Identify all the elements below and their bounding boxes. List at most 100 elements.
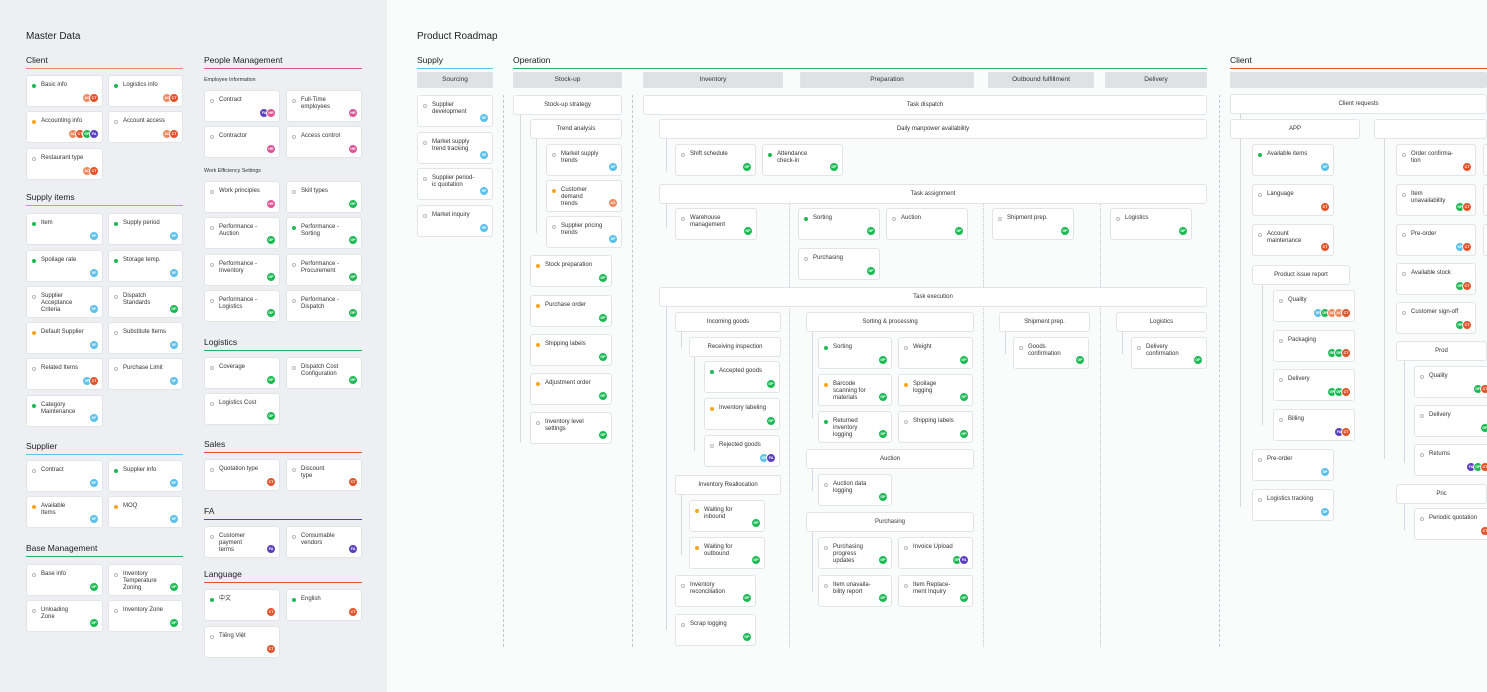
task-card[interactable]: Dispatch Standards GP — [108, 286, 183, 318]
task-card[interactable]: Market supply trends SP — [546, 144, 622, 176]
task-card[interactable]: Supplier pricing trends SP — [546, 216, 622, 248]
task-card[interactable]: Purchasing progress updates GP — [818, 537, 892, 569]
task-card[interactable]: Supplier Acceptance Criteria SP — [26, 286, 103, 318]
task-card[interactable]: Sorting GP — [818, 337, 892, 369]
epic-bar[interactable] — [1374, 119, 1487, 139]
task-card[interactable]: Item unavaila- bility report GP — [818, 575, 892, 607]
task-card[interactable]: Periodic quotation CT — [1414, 508, 1487, 540]
task-card[interactable]: Delivery CT GP GP — [1273, 369, 1355, 401]
task-card[interactable]: Quotation type CT — [204, 459, 280, 491]
task-card[interactable]: Unloading Zone GP — [26, 600, 103, 632]
task-card[interactable]: Dispatch Cost Configuration GP — [286, 357, 362, 389]
task-card[interactable]: Barcode scanning for materials GP — [818, 374, 892, 406]
task-card[interactable]: Logistics GP — [1110, 208, 1192, 240]
task-card[interactable]: Returns CT GP FA — [1414, 444, 1487, 476]
epic-bar[interactable]: Sorting & processing — [806, 312, 974, 332]
task-card[interactable]: 中文 CT — [204, 589, 280, 621]
task-card[interactable]: Goods confirmation GP — [1013, 337, 1089, 369]
task-card[interactable]: Order confirma- tion CT — [1396, 144, 1476, 176]
task-card[interactable] — [1483, 144, 1487, 176]
task-card[interactable]: Invoice Upload FA GP — [898, 537, 973, 569]
epic-bar[interactable]: Stock-up strategy — [513, 95, 622, 115]
task-card[interactable]: Inventory level settings GP — [530, 412, 612, 444]
task-card[interactable]: Accepted goods GP — [704, 361, 780, 393]
task-card[interactable]: English CT — [286, 589, 362, 621]
task-card[interactable]: Contract HR FA — [204, 90, 280, 122]
epic-bar[interactable]: Shipment prep. — [999, 312, 1090, 332]
task-card[interactable]: Spoilage rate SP — [26, 250, 103, 282]
task-card[interactable]: Shipping labels GP — [898, 411, 973, 443]
task-card[interactable]: Shipment prep. GP — [992, 208, 1074, 240]
task-card[interactable]: Adjustment order GP — [530, 373, 612, 405]
task-card[interactable]: Purchase Limit SP — [108, 358, 183, 390]
task-card[interactable]: Available stock CT GP — [1396, 263, 1476, 295]
task-card[interactable]: Quality CT GP — [1414, 366, 1487, 398]
task-card[interactable]: Consumable vendors FA — [286, 526, 362, 558]
task-card[interactable]: Rejected goods FA SP — [704, 435, 780, 467]
task-card[interactable]: Waiting for outbound GP — [689, 537, 765, 569]
task-card[interactable]: Logistics Cost GP — [204, 393, 280, 425]
task-card[interactable] — [1483, 224, 1487, 256]
task-card[interactable]: Contractor HR — [204, 126, 280, 158]
epic-bar[interactable]: Trend analysis — [530, 119, 622, 139]
task-card[interactable]: Customer payment terms FA — [204, 526, 280, 558]
task-card[interactable]: Returned inventory logging GP — [818, 411, 892, 443]
task-card[interactable]: Shift schedule GP — [675, 144, 756, 176]
epic-bar[interactable]: APP — [1230, 119, 1360, 139]
epic-bar[interactable]: Product issue report — [1252, 265, 1350, 285]
task-card[interactable]: Basic info CT AC — [26, 75, 103, 107]
task-card[interactable]: Access control HR — [286, 126, 362, 158]
epic-bar[interactable]: Prod — [1396, 341, 1487, 361]
task-card[interactable]: Quality CT AC AC GP SP — [1273, 290, 1355, 322]
task-card[interactable]: Weight GP — [898, 337, 973, 369]
epic-bar[interactable]: Pric — [1396, 484, 1487, 504]
task-card[interactable]: Substitute Items SP — [108, 322, 183, 354]
task-card[interactable]: Item unavailability CT GP — [1396, 184, 1476, 216]
epic-bar[interactable]: Purchasing — [806, 512, 974, 532]
task-card[interactable]: MOQ SP — [108, 496, 183, 528]
epic-bar[interactable]: Logistics — [1116, 312, 1207, 332]
epic-bar[interactable]: Client requests — [1230, 94, 1487, 114]
task-card[interactable]: Pre-order SP — [1252, 449, 1334, 481]
task-card[interactable]: Billing CT FA — [1273, 409, 1355, 441]
task-card[interactable]: Customer sign-off CT GP — [1396, 302, 1476, 334]
task-card[interactable]: Account access CT AC — [108, 111, 183, 143]
task-card[interactable]: Inventory labeling GP — [704, 398, 780, 430]
task-card[interactable]: Performance - Inventory GP — [204, 254, 280, 286]
task-card[interactable]: Related Items CT SP — [26, 358, 103, 390]
task-card[interactable]: Performance - Sorting GP — [286, 217, 362, 249]
task-card[interactable]: Pre-order CT SP — [1396, 224, 1476, 256]
task-card[interactable]: Inventory Zone GP — [108, 600, 183, 632]
task-card[interactable]: Supplier period- ic quotation SP — [417, 168, 493, 200]
task-card[interactable]: Language CT — [1252, 184, 1334, 216]
task-card[interactable]: Available Items SP — [26, 496, 103, 528]
task-card[interactable]: Inventory reconciliation GP — [675, 575, 756, 607]
task-card[interactable]: Item Replace- ment Inquiry GP — [898, 575, 973, 607]
task-card[interactable]: Sorting GP — [798, 208, 880, 240]
epic-bar[interactable]: Incoming goods — [675, 312, 781, 332]
task-card[interactable]: Available items SP — [1252, 144, 1334, 176]
epic-bar[interactable]: Inventory Reallocation — [675, 475, 781, 495]
task-card[interactable]: Supplier development SP — [417, 95, 493, 127]
task-card[interactable]: Warehouse management GP — [675, 208, 757, 240]
task-card[interactable]: Scrap logging GP — [675, 614, 756, 646]
task-card[interactable]: Supply period SP — [108, 213, 183, 245]
task-card[interactable]: Attendance check-in GP — [762, 144, 843, 176]
task-card[interactable]: Spoilage logging GP — [898, 374, 973, 406]
epic-bar[interactable]: Auction — [806, 449, 974, 469]
task-card[interactable]: Restaurant type CT AC — [26, 148, 103, 180]
task-card[interactable]: Market supply trend tracking SP — [417, 132, 493, 164]
task-card[interactable]: Shipping labels GP — [530, 334, 612, 366]
task-card[interactable]: Auction data logging GP — [818, 474, 892, 506]
task-card[interactable]: Logistics info CT AC — [108, 75, 183, 107]
task-card[interactable]: Category Maintenance SP — [26, 395, 103, 427]
task-card[interactable]: Work principles HR — [204, 181, 280, 213]
task-card[interactable]: Delivery GP — [1414, 405, 1487, 437]
task-card[interactable]: Account maintenance CT — [1252, 224, 1334, 256]
task-card[interactable]: Contract SP — [26, 460, 103, 492]
epic-bar[interactable]: Daily manpower availability — [659, 119, 1207, 139]
task-card[interactable]: Market inquiry SP — [417, 205, 493, 237]
task-card[interactable]: Base info GP — [26, 564, 103, 596]
task-card[interactable]: Delivery confirmation GP — [1131, 337, 1207, 369]
epic-bar[interactable]: Task assignment — [659, 184, 1207, 204]
